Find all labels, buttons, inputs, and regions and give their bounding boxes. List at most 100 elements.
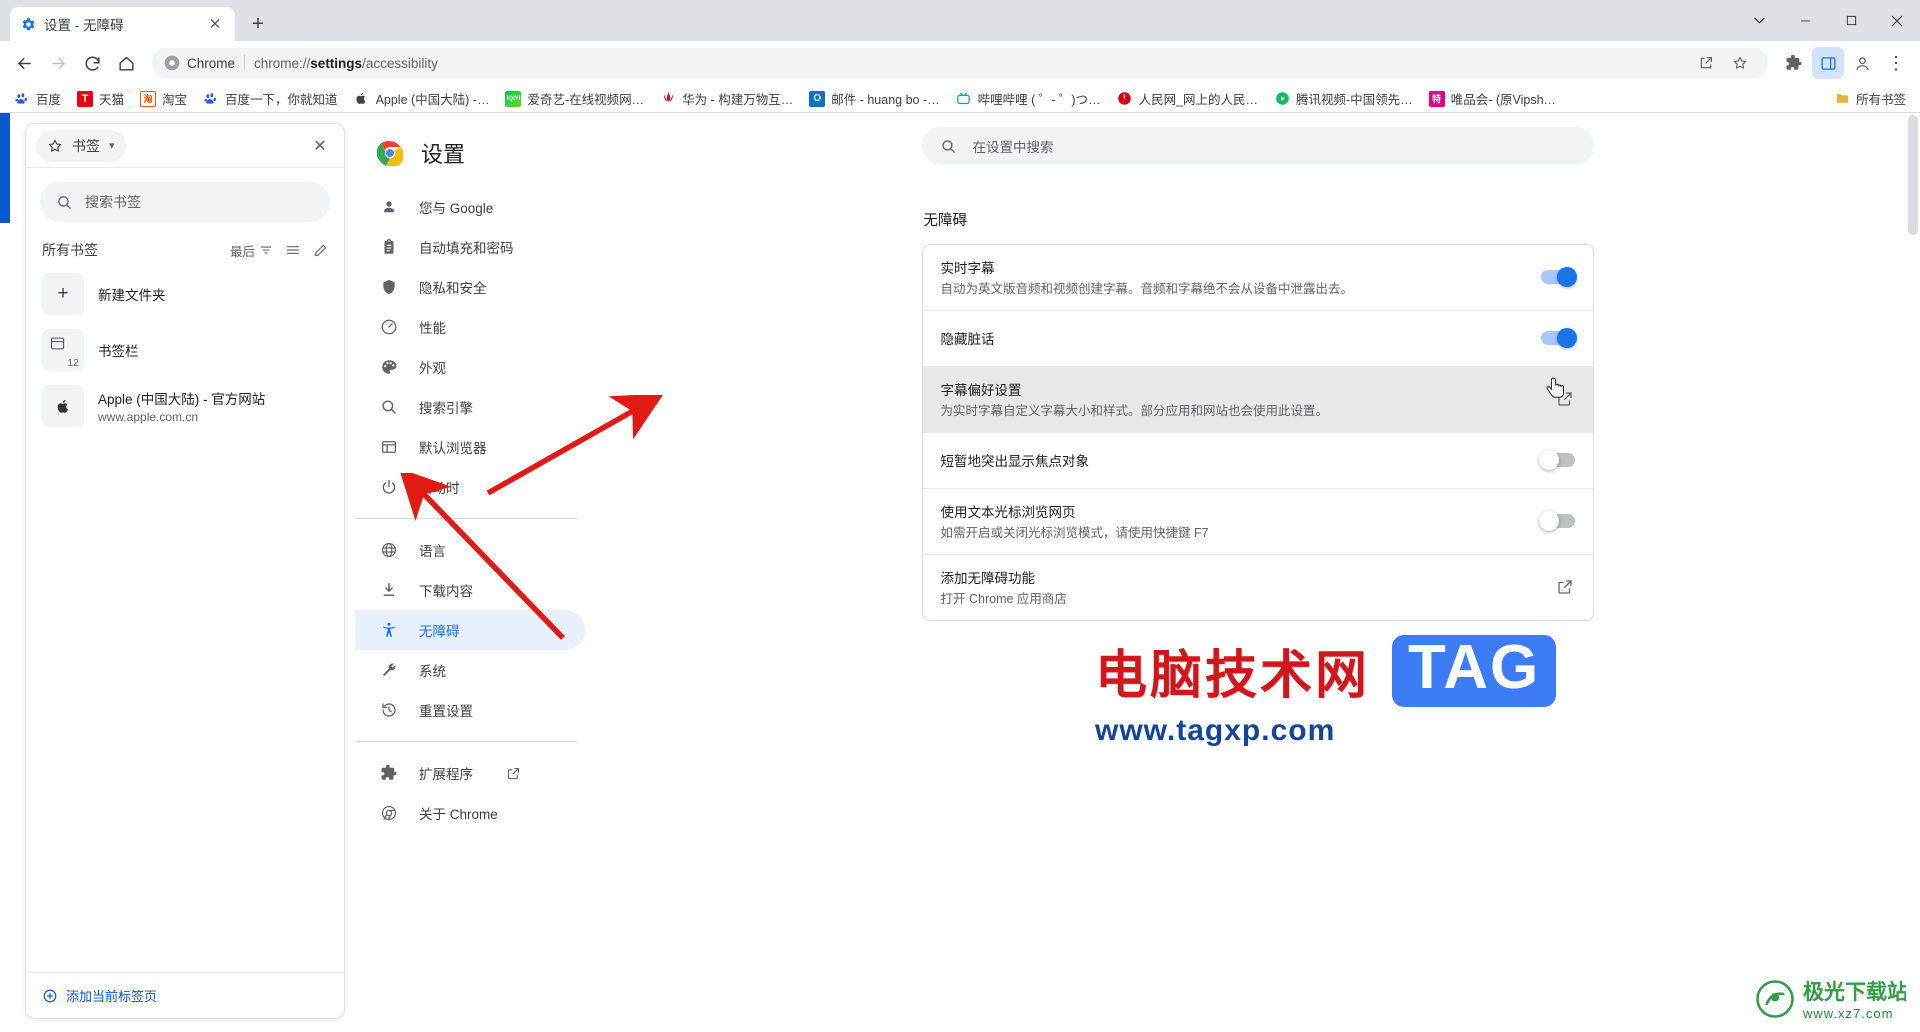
close-window-button[interactable] xyxy=(1874,0,1920,41)
setting-row-focus-highlight[interactable]: 短暂地突出显示焦点对象 xyxy=(922,433,1593,489)
watermark-cn-text: 电脑技术网 xyxy=(1095,646,1371,706)
toggle-live-caption[interactable] xyxy=(1540,267,1577,288)
omnibox-chip: Chrome xyxy=(164,55,246,71)
side-panel-selector[interactable]: 书签 ▾ xyxy=(36,129,126,162)
sidebar-item-label: 自动填充和密码 xyxy=(419,241,514,256)
all-bookmarks-button[interactable]: 所有书签 xyxy=(1827,86,1914,111)
omnibox-actions xyxy=(1690,50,1756,76)
sidebar-item-reset-settings[interactable]: 重置设置 xyxy=(355,690,585,730)
toggle-focus-highlight[interactable] xyxy=(1538,450,1575,471)
setting-row-add-accessibility-features[interactable]: 添加无障碍功能 打开 Chrome 应用商店 xyxy=(923,555,1593,620)
watermark-tagxp: 电脑技术网 TAG www.tagxp.com xyxy=(1095,633,1635,748)
clipboard-icon xyxy=(379,237,399,257)
sidebar-item-about-chrome[interactable]: 关于 Chrome xyxy=(355,793,585,833)
sidebar-item-privacy[interactable]: 隐私和安全 xyxy=(355,267,585,307)
pencil-icon[interactable] xyxy=(313,243,328,258)
nav-divider xyxy=(355,518,577,519)
sidebar-item-downloads[interactable]: 下载内容 xyxy=(355,570,585,610)
list-view-icon[interactable] xyxy=(285,242,301,258)
close-icon[interactable]: ✕ xyxy=(306,132,334,160)
external-link-icon[interactable] xyxy=(1555,389,1575,409)
share-icon[interactable] xyxy=(1690,50,1722,76)
star-icon xyxy=(47,138,63,154)
bookmark-item[interactable]: 人民网_网上的人民… xyxy=(1109,86,1266,111)
bookmark-item[interactable]: O 邮件 - huang bo -… xyxy=(801,86,947,111)
bookmark-item[interactable]: iQIYI 爱奇艺-在线视频网… xyxy=(497,86,652,111)
chrome-logo-icon xyxy=(164,55,180,71)
accessibility-icon xyxy=(379,620,399,640)
forward-icon[interactable] xyxy=(42,47,74,79)
aurora-icon xyxy=(1755,979,1795,1019)
bookmark-item[interactable]: 哔哩哔哩 ( ゜- ゜)つ… xyxy=(948,86,1109,111)
tmall-icon: T xyxy=(77,90,94,107)
sidebar-item-languages[interactable]: 语言 xyxy=(355,530,585,570)
sidebar-item-extensions[interactable]: 扩展程序 xyxy=(355,753,585,793)
sidebar-item-default-browser[interactable]: 默认浏览器 xyxy=(355,427,585,467)
vertical-scrollbar[interactable] xyxy=(1906,113,1920,1031)
sidebar-item-performance[interactable]: 性能 xyxy=(355,307,585,347)
back-icon[interactable] xyxy=(8,47,40,79)
toggle-caret-browsing[interactable] xyxy=(1538,511,1575,532)
scrollbar-thumb[interactable] xyxy=(1908,115,1918,235)
setting-title: 短暂地突出显示焦点对象 xyxy=(940,454,1090,470)
tab-search-icon[interactable] xyxy=(1736,0,1782,41)
list-item[interactable]: Apple (中国大陆) - 官方网站 www.apple.com.cn xyxy=(26,378,344,434)
profile-avatar-icon[interactable] xyxy=(1846,47,1878,79)
external-link-icon[interactable] xyxy=(1555,577,1575,597)
settings-search-placeholder: 在设置中搜索 xyxy=(972,140,1054,155)
bookmark-item[interactable]: 百度 xyxy=(6,86,69,111)
sidebar-item-on-startup[interactable]: 启动时 xyxy=(355,467,585,507)
bookmark-label: 百度 xyxy=(36,93,62,107)
minimize-button[interactable] xyxy=(1782,0,1828,41)
bookmark-item[interactable]: Apple (中国大陆) -… xyxy=(346,86,498,111)
bookmark-item[interactable]: 特 唯品会- (原Vipsh… xyxy=(1421,86,1564,111)
wrench-icon xyxy=(379,660,399,680)
browser-tab[interactable]: 设置 - 无障碍 ✕ xyxy=(10,7,235,41)
settings-search-input[interactable]: 在设置中搜索 xyxy=(921,127,1594,165)
chrome-logo-icon xyxy=(377,140,403,166)
setting-subtitle: 打开 Chrome 应用商店 xyxy=(940,591,1067,606)
setting-row-hide-profanity[interactable]: 隐藏脏话 xyxy=(922,311,1593,367)
sort-button[interactable]: 最后 xyxy=(230,241,273,260)
toggle-hide-profanity[interactable] xyxy=(1540,328,1577,349)
new-tab-button[interactable]: + xyxy=(243,9,273,39)
bookmark-item[interactable]: 淘 淘宝 xyxy=(132,86,195,111)
setting-row-live-caption[interactable]: 实时字幕 自动为英文版音频和视频创建字幕。音频和字幕绝不会从设备中泄露出去。 xyxy=(922,245,1593,311)
sidebar-item-search-engine[interactable]: 搜索引擎 xyxy=(355,387,585,427)
bookmark-item[interactable]: 腾讯视频-中国领先… xyxy=(1266,86,1421,111)
sidebar-item-label: 下载内容 xyxy=(419,584,473,599)
sidebar-item-label: 启动时 xyxy=(419,481,460,496)
sidebar-item-you-and-google[interactable]: 您与 Google xyxy=(355,187,585,227)
sidebar-item-system[interactable]: 系统 xyxy=(355,650,585,690)
sidebar-item-autofill[interactable]: 自动填充和密码 xyxy=(355,227,585,267)
settings-gear-icon xyxy=(20,16,36,32)
maximize-button[interactable] xyxy=(1828,0,1874,41)
chrome-outline-icon xyxy=(379,803,399,823)
tab-strip: 设置 - 无障碍 ✕ + xyxy=(0,0,1920,41)
search-bookmarks-input[interactable]: 搜索书签 xyxy=(40,182,330,222)
bookmark-item[interactable]: T 天猫 xyxy=(69,86,132,111)
tab-close-icon[interactable]: ✕ xyxy=(205,14,225,34)
sidebar-item-accessibility[interactable]: 无障碍 xyxy=(355,610,585,650)
side-panel-icon[interactable] xyxy=(1812,47,1844,79)
side-panel-toolbar: 所有书签 最后 xyxy=(26,222,344,266)
address-bar[interactable]: Chrome chrome://settings/accessibility xyxy=(152,48,1768,78)
setting-row-caret-browsing[interactable]: 使用文本光标浏览网页 如需开启或关闭光标浏览模式，请使用快捷键 F7 xyxy=(922,489,1593,555)
sidebar-item-appearance[interactable]: 外观 xyxy=(355,347,585,387)
reload-icon[interactable] xyxy=(76,47,108,79)
setting-row-caption-preferences[interactable]: 字幕偏好设置 为实时字幕自定义字幕大小和样式。部分应用和网站也会使用此设置。 xyxy=(922,366,1593,433)
home-icon[interactable] xyxy=(110,47,142,79)
bookmark-star-icon[interactable] xyxy=(1724,50,1756,76)
omnibox-url: chrome://settings/accessibility xyxy=(254,55,438,71)
puzzle-icon xyxy=(379,763,399,783)
extensions-icon[interactable] xyxy=(1778,47,1810,79)
folder-count: 12 xyxy=(67,357,79,369)
list-item[interactable]: + 新建文件夹 xyxy=(26,266,344,322)
chrome-menu-icon[interactable]: ⋮ xyxy=(1880,47,1912,79)
list-item[interactable]: 12 书签栏 xyxy=(26,322,344,378)
bookmark-item[interactable]: 华为 - 构建万物互… xyxy=(652,86,801,111)
bookmark-label: 哔哩哔哩 ( ゜- ゜)つ… xyxy=(977,93,1101,107)
palette-icon xyxy=(379,357,399,377)
add-current-tab-button[interactable]: 添加当前标签页 xyxy=(26,972,344,1018)
bookmark-item[interactable]: 百度一下，你就知道 xyxy=(195,86,346,111)
